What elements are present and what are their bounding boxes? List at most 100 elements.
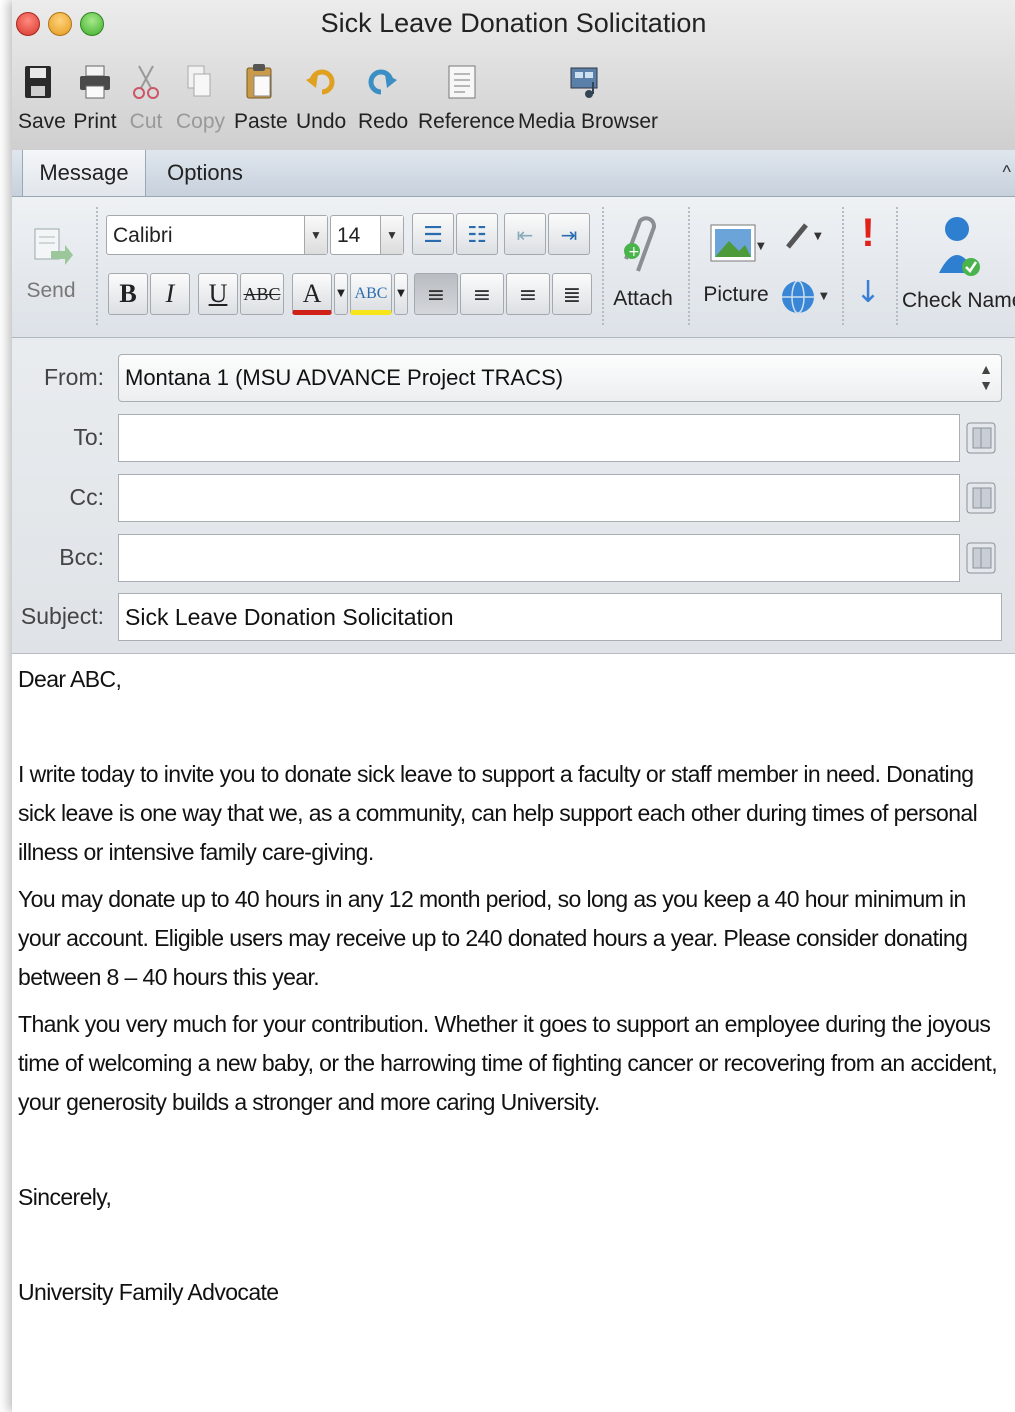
numbered-list-icon: ☷ [467,223,487,248]
subject-label: Subject: [20,603,104,629]
font-size-dropdown-icon[interactable]: ▼ [380,216,403,254]
subject-field[interactable]: Sick Leave Donation Solicitation [118,593,1002,641]
signature-button[interactable]: ▼ [782,217,830,263]
down-arrow-icon: ↓ [855,275,881,310]
font-color-button[interactable]: A [292,273,332,315]
cc-label: Cc: [69,484,105,510]
strikethrough-button[interactable]: ABC [240,273,284,315]
align-right-button[interactable]: ≡ [506,273,550,315]
justify-button[interactable]: ≣ [552,273,592,315]
highlight-button[interactable]: ABC [350,273,392,315]
select-arrows-icon: ▲ ▼ [979,361,993,393]
paperclip-icon: + [624,216,656,272]
window-title: Sick Leave Donation Solicitation [320,8,707,38]
hyperlink-button[interactable]: ▼ [778,275,834,325]
justify-icon: ≣ [562,283,582,308]
ribbon-separator [688,207,690,325]
increase-indent-icon: ⇥ [560,223,578,247]
cc-address-book-button[interactable] [960,474,1002,522]
align-center-button[interactable]: ≡ [460,273,504,315]
high-priority-button[interactable]: ! [850,211,886,256]
undo-icon [306,69,335,95]
reference-icon [448,65,476,99]
printer-icon [80,65,110,99]
font-size-combo[interactable]: 14 ▼ [330,215,404,255]
address-book-icon [966,422,996,454]
font-name-combo[interactable]: Calibri ▼ [106,215,328,255]
compose-window: Sick Leave Donation Solicitation Save Pr… [12,0,1015,1412]
ribbon-separator [842,207,844,325]
copy-icon [187,65,211,97]
exclamation-icon: ! [861,211,875,255]
media-browser-button[interactable]: Media Browser [518,62,658,134]
attach-button[interactable]: + Attach [610,211,676,311]
from-account-select[interactable]: Montana 1 (MSU ADVANCE Project TRACS) ▲ ▼ [118,354,1002,402]
send-icon [34,228,73,265]
body-paragraph: I write today to invite you to donate si… [18,761,978,865]
decrease-indent-icon: ⇤ [516,223,534,247]
body-paragraph: You may donate up to 40 hours in any 12 … [18,886,968,990]
tab-message[interactable]: Message [22,150,146,196]
cc-field[interactable] [118,474,960,522]
save-icon [25,66,51,98]
message-header: From: Montana 1 (MSU ADVANCE Project TRA… [12,338,1015,654]
undo-button[interactable]: Undo [296,62,346,134]
bcc-address-book-button[interactable] [960,534,1002,582]
svg-text:▼: ▼ [814,231,822,242]
scissors-icon [133,65,159,99]
redo-button[interactable]: Redo [358,62,408,134]
check-names-button[interactable]: Check Names [902,211,1015,313]
body-closing: Sincerely, [18,1184,112,1210]
to-field[interactable] [118,414,960,462]
cut-button[interactable]: Cut [128,62,164,134]
numbering-button[interactable]: ☷ [456,213,498,255]
font-name-dropdown-icon[interactable]: ▼ [304,216,327,254]
pen-icon: ▼ [786,223,822,249]
ribbon-separator [602,207,604,325]
svg-text:▼: ▼ [820,291,828,302]
print-button[interactable]: Print [72,62,118,134]
increase-indent-button[interactable]: ⇥ [548,213,590,255]
bcc-field[interactable] [118,534,960,582]
bold-button[interactable]: B [108,273,148,315]
body-signature: University Family Advocate [18,1279,279,1305]
title-toolbar-area: Sick Leave Donation Solicitation Save Pr… [12,0,1015,151]
decrease-indent-button[interactable]: ⇤ [504,213,546,255]
check-names-icon [938,217,980,276]
svg-text:▼: ▼ [757,241,765,252]
ribbon-tab-strip: Message Options ^ [12,150,1015,197]
picture-icon: ▼ [710,224,765,262]
copy-button[interactable]: Copy [176,62,225,134]
collapse-ribbon-icon[interactable]: ^ [1003,162,1011,183]
body-greeting: Dear ABC, [18,666,122,692]
message-body-editor[interactable]: Dear ABC, I write today to invite you to… [18,660,1008,1312]
redo-icon [368,69,397,95]
highlight-dropdown-icon[interactable]: ▼ [394,273,408,315]
paste-button[interactable]: Paste [234,62,288,134]
align-left-icon: ≡ [426,283,446,308]
reference-button[interactable]: Reference [418,62,515,134]
svg-text:+: + [628,244,640,260]
to-label: To: [73,424,104,450]
bullets-button[interactable]: ☰ [412,213,454,255]
address-book-icon [966,482,996,514]
save-button[interactable]: Save [18,62,66,134]
clipboard-icon [246,64,272,99]
ribbon-separator [96,207,98,325]
align-center-icon: ≡ [472,283,492,308]
underline-button[interactable]: U [198,273,238,315]
picture-button[interactable]: ▼ Picture [696,217,776,307]
align-left-button[interactable]: ≡ [414,273,458,315]
italic-button[interactable]: I [150,273,190,315]
tab-options[interactable]: Options [144,150,266,196]
to-address-book-button[interactable] [960,414,1002,462]
bcc-label: Bcc: [59,544,104,570]
align-right-icon: ≡ [518,283,538,308]
bulleted-list-icon: ☰ [423,223,443,248]
low-priority-button[interactable]: ↓ [850,275,886,310]
send-button[interactable]: Send [16,223,86,303]
font-color-dropdown-icon[interactable]: ▼ [334,273,348,315]
